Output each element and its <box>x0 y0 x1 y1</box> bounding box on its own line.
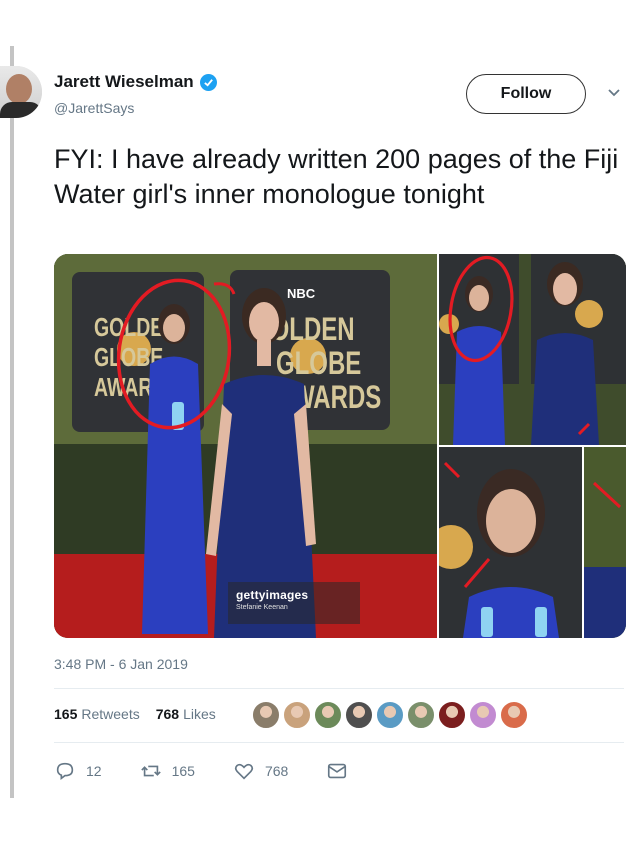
reply-action[interactable]: 12 <box>54 760 102 782</box>
getty-watermark: gettyimages Stefanie Keenan <box>228 582 360 624</box>
author-name-row: Jarett Wieselman <box>54 72 217 92</box>
divider-bottom <box>54 742 624 743</box>
likes-count[interactable]: 768 <box>156 706 179 722</box>
media-photo-top-right[interactable] <box>439 254 626 445</box>
getty-logo-text: gettyimages <box>236 588 309 602</box>
backdrop-right-line2: GLOBE <box>276 345 361 381</box>
reply-icon <box>56 762 74 780</box>
verified-badge-icon <box>199 73 217 91</box>
retweets-label[interactable]: Retweets <box>81 706 139 722</box>
retweet-action[interactable]: 165 <box>140 760 195 782</box>
direct-message-action[interactable] <box>326 760 348 782</box>
envelope-icon <box>328 763 347 779</box>
author-avatar[interactable] <box>0 66 42 118</box>
media-photo-main[interactable]: NBC GOLDEN GLOBE AWARDS GOLDEN GLOBE AWA… <box>54 254 437 638</box>
like-action[interactable]: 768 <box>233 760 288 782</box>
reply-count: 12 <box>86 763 102 779</box>
tweet-stats: 165 Retweets 768 Likes <box>54 706 232 722</box>
tweet-timestamp[interactable]: 3:48 PM - 6 Jan 2019 <box>54 656 188 672</box>
author-display-name[interactable]: Jarett Wieselman <box>54 72 194 92</box>
liker-avatar[interactable] <box>283 701 311 729</box>
liker-avatar[interactable] <box>376 701 404 729</box>
likes-label[interactable]: Likes <box>183 706 216 722</box>
tweet-text: FYI: I have already written 200 pages of… <box>54 144 619 209</box>
chevron-down-icon[interactable] <box>606 86 622 100</box>
retweets-count[interactable]: 165 <box>54 706 77 722</box>
liker-avatars <box>252 701 528 729</box>
liker-avatar[interactable] <box>407 701 435 729</box>
retweet-count: 165 <box>171 763 195 779</box>
divider-top <box>54 688 624 689</box>
retweet-icon <box>140 765 161 777</box>
liker-avatar[interactable] <box>469 701 497 729</box>
media-photo-bottom-left[interactable] <box>439 447 582 638</box>
thread-line <box>10 46 14 798</box>
liker-avatar[interactable] <box>314 701 342 729</box>
liker-avatar[interactable] <box>500 701 528 729</box>
liker-avatar[interactable] <box>438 701 466 729</box>
author-handle[interactable]: @JarettSays <box>54 100 134 116</box>
media-photo-bottom-right[interactable] <box>584 447 626 638</box>
getty-credit-text: Stefanie Keenan <box>236 604 288 611</box>
heart-icon <box>234 763 254 780</box>
liker-avatar[interactable] <box>345 701 373 729</box>
tweet-actions: 12 165 768 <box>54 760 386 782</box>
follow-button[interactable]: Follow <box>466 74 586 114</box>
backdrop-network-text: NBC <box>287 286 316 301</box>
like-count: 768 <box>264 763 289 779</box>
liker-avatar[interactable] <box>252 701 280 729</box>
media-grid[interactable]: NBC GOLDEN GLOBE AWARDS GOLDEN GLOBE AWA… <box>54 254 626 638</box>
